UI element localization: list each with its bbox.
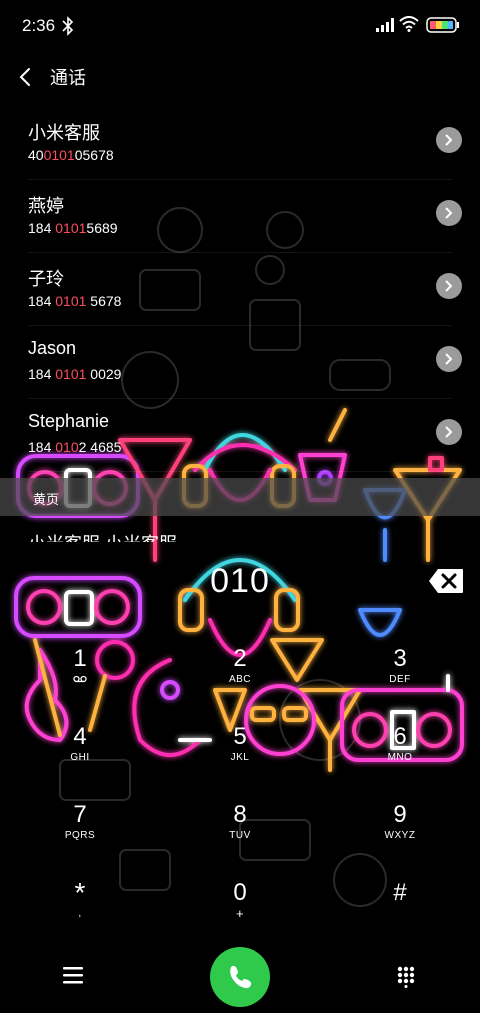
dialpad-key-9[interactable]: 9 WXYZ: [350, 800, 450, 860]
contact-list: 小米客服 40010105678 燕婷 184 01015689 子玲 184 …: [0, 107, 480, 472]
dialpad-key-3[interactable]: 3 DEF: [350, 644, 450, 704]
header: 通话: [0, 54, 480, 102]
contact-name: 小米客服: [28, 123, 100, 143]
bluetooth-icon: [62, 16, 74, 36]
chevron-right-icon: [445, 280, 453, 292]
contact-name: 燕婷: [28, 196, 64, 216]
status-bar: 2:36: [0, 0, 480, 54]
bottom-bar: [0, 942, 480, 1013]
wifi-icon: [399, 16, 419, 32]
contact-row[interactable]: 燕婷 184 01015689: [28, 180, 462, 253]
hamburger-menu-icon[interactable]: [63, 966, 83, 984]
dialpad: 010 1 2 ABC 3 DEF 4 GHI 5 JKL 6 MNO 7 PQ…: [0, 542, 480, 942]
chevron-right-icon: [445, 426, 453, 438]
dialpad-key-hash[interactable]: #: [350, 878, 450, 938]
contact-number: 184 0101 0029: [28, 366, 122, 382]
contact-row[interactable]: Jason 184 0101 0029: [28, 326, 462, 399]
chevron-right-icon: [445, 207, 453, 219]
contact-detail-button[interactable]: [436, 273, 462, 299]
contact-detail-button[interactable]: [436, 346, 462, 372]
chevron-left-icon[interactable]: [16, 66, 36, 88]
yellow-pages-item-name: 小米客服 小米客服: [28, 530, 228, 542]
call-button[interactable]: [210, 947, 270, 1007]
dialpad-key-6[interactable]: 6 MNO: [350, 722, 450, 782]
phone-icon: [230, 965, 252, 989]
status-time: 2:36: [22, 16, 56, 35]
number-match: 010: [55, 439, 79, 455]
dialpad-key-star[interactable]: * ,: [30, 878, 130, 938]
dialpad-grid-icon[interactable]: [397, 966, 415, 988]
backspace-icon[interactable]: [428, 568, 464, 594]
contact-number: 184 0102 4685: [28, 439, 122, 455]
number-match: 0101: [55, 293, 87, 309]
chevron-right-icon: [445, 353, 453, 365]
dialpad-key-2[interactable]: 2 ABC: [190, 644, 290, 704]
voicemail-icon: [73, 675, 87, 683]
contact-detail-button[interactable]: [436, 127, 462, 153]
contact-row[interactable]: Stephanie 184 0102 4685: [28, 399, 462, 472]
number-match: 0101: [55, 366, 87, 382]
dialpad-key-1[interactable]: 1: [30, 644, 130, 704]
dialpad-key-8[interactable]: 8 TUV: [190, 800, 290, 860]
number-match: 0101: [43, 147, 75, 163]
chevron-right-icon: [445, 134, 453, 146]
contact-name: Jason: [28, 338, 77, 358]
yellow-pages-header: 黄页: [0, 478, 480, 516]
contact-name: 子玲: [28, 269, 64, 289]
signal-icon: [376, 18, 394, 32]
contact-detail-button[interactable]: [436, 419, 462, 445]
contact-row[interactable]: 子玲 184 0101 5678: [28, 253, 462, 326]
dialpad-key-4[interactable]: 4 GHI: [30, 722, 130, 782]
page-title: 通话: [50, 68, 86, 88]
contact-row[interactable]: 小米客服 40010105678: [28, 107, 462, 180]
contact-name: Stephanie: [28, 411, 110, 431]
contact-detail-button[interactable]: [436, 200, 462, 226]
yellow-pages-item[interactable]: 小米客服 小米客服: [28, 530, 228, 542]
battery-icon: [426, 17, 459, 33]
dialed-number-display: 010: [210, 562, 270, 600]
number-match: 0101: [55, 220, 87, 236]
contact-number: 184 0101 5678: [28, 293, 122, 309]
dialpad-key-0[interactable]: 0 +: [190, 878, 290, 938]
contact-number: 184 01015689: [28, 220, 118, 236]
section-label: 黄页: [33, 492, 60, 507]
dialpad-key-7[interactable]: 7 PQRS: [30, 800, 130, 860]
contact-number: 40010105678: [28, 147, 114, 163]
dialpad-key-5[interactable]: 5 JKL: [190, 722, 290, 782]
